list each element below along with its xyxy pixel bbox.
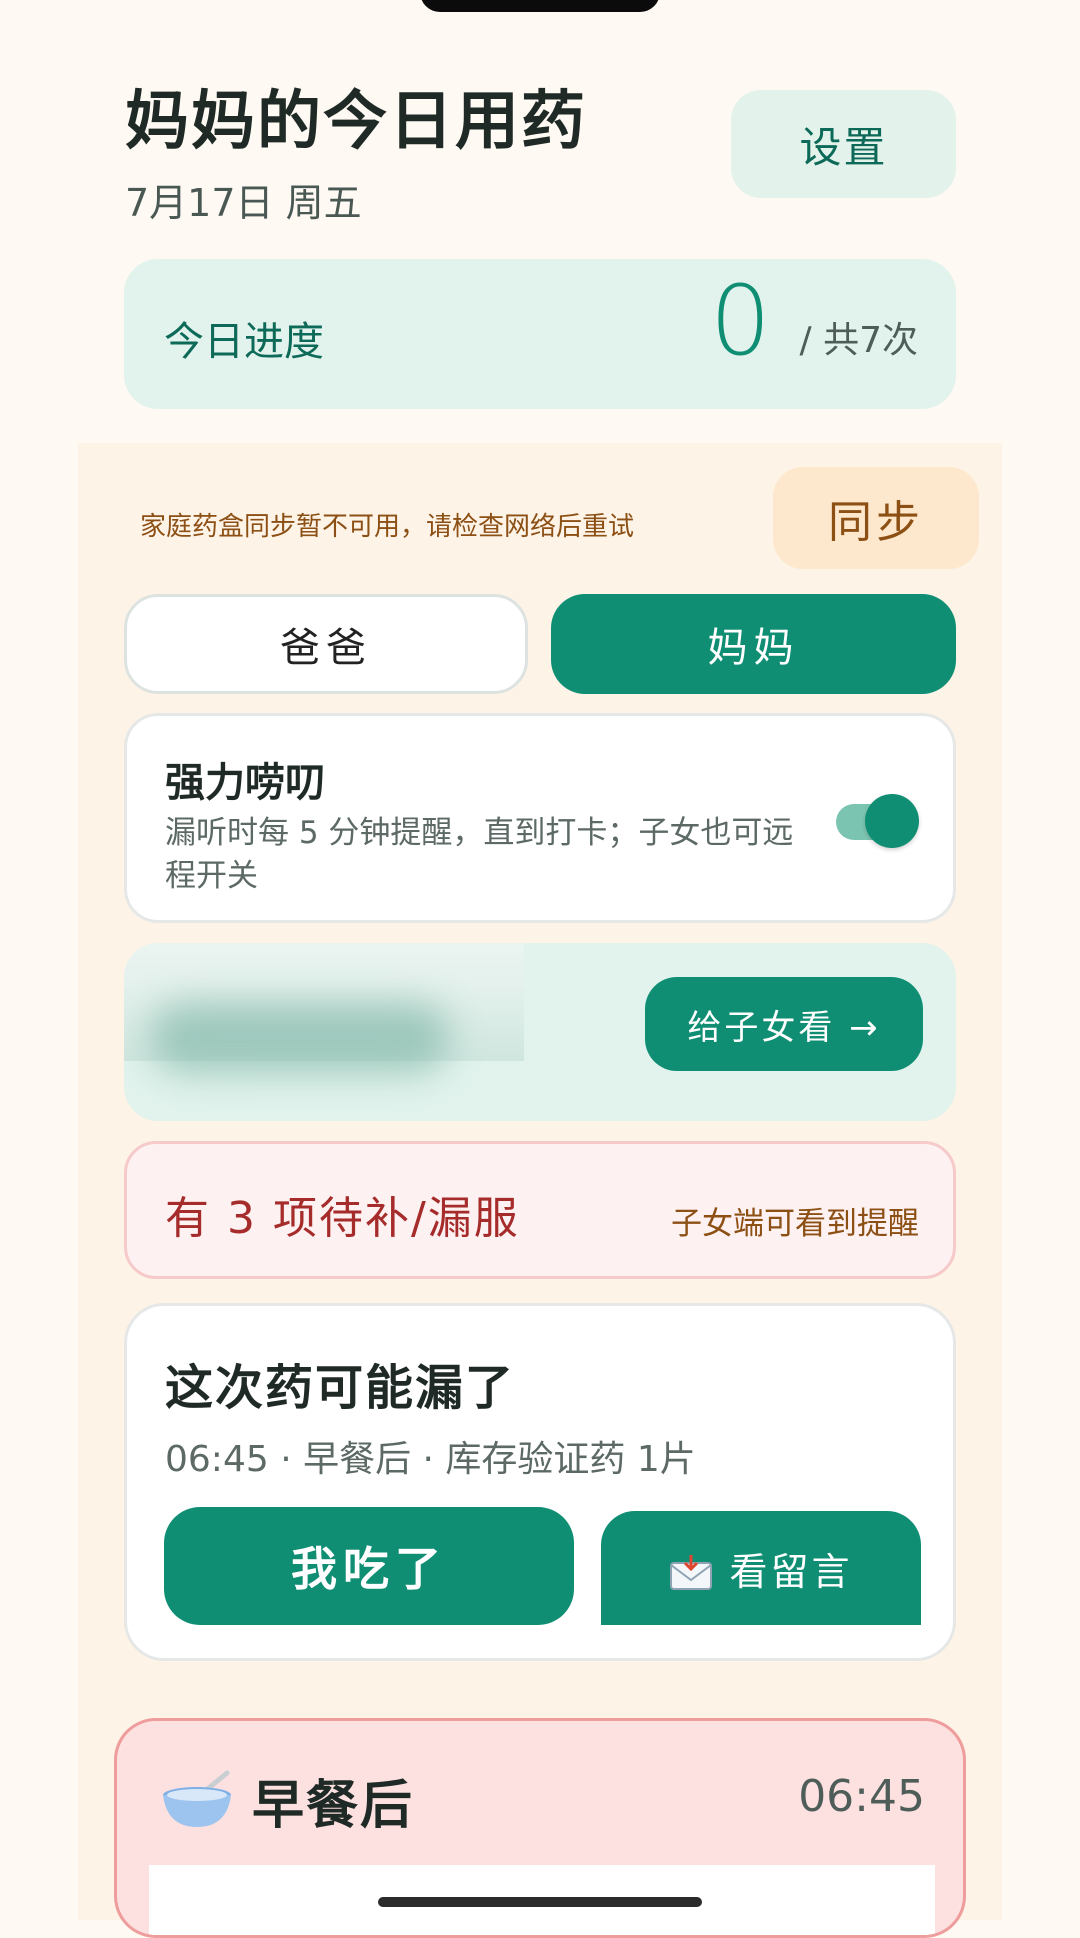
share-card: 给子女看 → [124,943,956,1121]
progress-done-count: 0 [709,265,771,377]
share-to-children-button[interactable]: 给子女看 → [645,977,923,1071]
settings-button[interactable]: 设置 [731,90,956,198]
strong-reminder-card: 强力唠叨 漏听时每 5 分钟提醒，直到打卡；子女也可远程开关 [124,713,956,923]
toggle-knob[interactable] [865,794,919,848]
page-title: 妈妈的今日用药 [125,85,587,159]
meal-title: 早餐后 [252,1776,415,1836]
sync-button[interactable]: 同步 [773,467,979,569]
missed-dose-meta: 06:45 · 早餐后 · 库存验证药 1片 [165,1439,696,1480]
missed-dose-title: 这次药可能漏了 [165,1360,516,1416]
view-message-button[interactable]: 看留言 [601,1511,921,1625]
progress-total: / 共7次 [799,320,918,361]
pending-alert-title: 有 3 项待补/漏服 [165,1193,520,1244]
member-tab-mom[interactable]: 妈妈 [551,594,956,694]
i-took-it-button[interactable]: 我吃了 [164,1507,574,1625]
bowl-icon [161,1769,237,1829]
home-indicator[interactable] [378,1897,702,1907]
sync-error-message: 家庭药盒同步暂不可用，请检查网络后重试 [140,512,635,542]
blurred-code [150,1003,450,1073]
view-message-label: 看留言 [729,1549,853,1594]
envelope-inbox-icon [669,1553,713,1590]
strong-reminder-title: 强力唠叨 [165,760,325,806]
camera-notch [420,0,660,12]
pending-alert[interactable]: 有 3 项待补/漏服 子女端可看到提醒 [124,1141,956,1279]
meal-time: 06:45 [798,1771,925,1822]
strong-reminder-description: 漏听时每 5 分钟提醒，直到打卡；子女也可远程开关 [165,815,794,894]
progress-card: 今日进度 0 / 共7次 [124,259,956,409]
progress-label: 今日进度 [164,319,324,365]
missed-dose-card: 这次药可能漏了 06:45 · 早餐后 · 库存验证药 1片 我吃了 看留言 [124,1303,956,1661]
member-tab-dad[interactable]: 爸爸 [124,594,528,694]
pending-alert-note: 子女端可看到提醒 [671,1206,919,1242]
page-date: 7月17日 周五 [125,181,362,225]
